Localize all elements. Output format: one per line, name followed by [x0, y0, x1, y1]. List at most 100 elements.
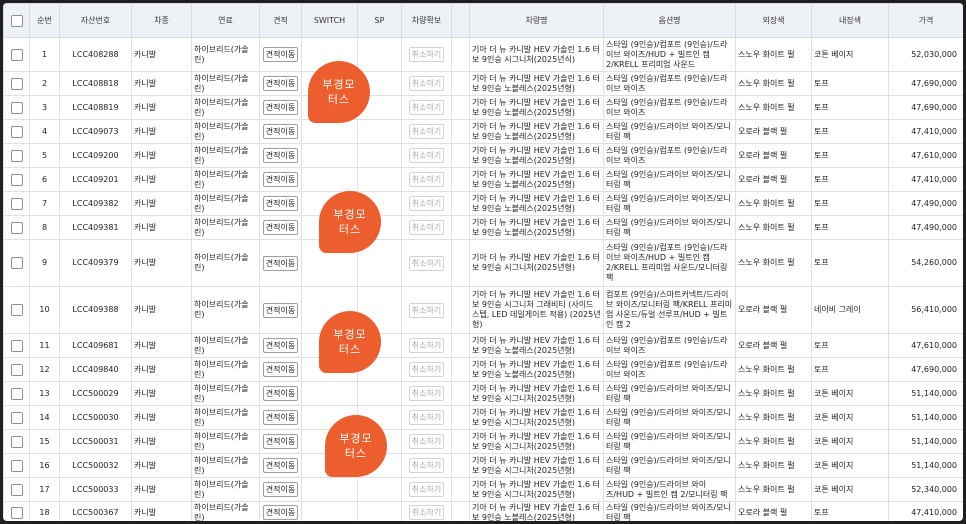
- quote-move-button[interactable]: 견적이동: [262, 76, 299, 91]
- row-checkbox[interactable]: [10, 48, 23, 61]
- row-checkbox[interactable]: [10, 149, 23, 162]
- cancel-button[interactable]: 취소하기: [408, 124, 445, 139]
- table-row[interactable]: 13 LCC500029 카니발 하이브리드(가솔린) 견적이동 취소하기 기아 더 뉴 카…: [3, 381, 963, 406]
- cancel-button[interactable]: 취소하기: [408, 410, 445, 425]
- row-checkbox[interactable]: [10, 459, 23, 472]
- cancel-button[interactable]: 취소하기: [408, 482, 445, 497]
- quote-move-button[interactable]: 견적이동: [262, 100, 299, 115]
- row-int-color: 코튼 베이지: [811, 429, 889, 454]
- row-select-cell[interactable]: [3, 286, 30, 334]
- cancel-button[interactable]: 취소하기: [408, 148, 445, 163]
- table-row[interactable]: 14 LCC500030 카니발 하이브리드(가솔린) 견적이동 취소하기 기아 더 뉴 카…: [3, 405, 963, 430]
- row-select-cell[interactable]: [3, 119, 30, 144]
- row-vehicle-name: 기아 더 뉴 카니발 HEV 가솔린 1.6 터보 9인승 시그니처(2025년…: [469, 381, 604, 406]
- row-select-cell[interactable]: [3, 477, 30, 502]
- row-select-cell[interactable]: [3, 191, 30, 216]
- table-row[interactable]: 12 LCC409840 카니발 하이브리드(가솔린) 견적이동 취소하기 기아 더 뉴 카…: [3, 357, 963, 382]
- row-select-cell[interactable]: [3, 405, 30, 430]
- row-select-cell[interactable]: [3, 71, 30, 96]
- select-all-checkbox[interactable]: [10, 14, 23, 27]
- table-row[interactable]: 5 LCC409200 카니발 하이브리드(가솔린) 견적이동 취소하기 기아 더 뉴 카니…: [3, 143, 963, 168]
- row-checkbox[interactable]: [10, 125, 23, 138]
- cancel-button[interactable]: 취소하기: [408, 386, 445, 401]
- table-row[interactable]: 9 LCC409379 카니발 하이브리드(가솔린) 견적이동 취소하기 기아 더 뉴 카니…: [3, 239, 963, 287]
- cancel-button[interactable]: 취소하기: [408, 47, 445, 62]
- header-select-all[interactable]: [3, 3, 30, 38]
- quote-move-button[interactable]: 견적이동: [262, 434, 299, 449]
- row-select-cell[interactable]: [3, 333, 30, 358]
- quote-move-button[interactable]: 견적이동: [262, 410, 299, 425]
- cancel-button[interactable]: 취소하기: [408, 255, 445, 271]
- row-checkbox[interactable]: [10, 363, 23, 376]
- quote-move-button[interactable]: 견적이동: [262, 386, 299, 401]
- row-select-cell[interactable]: [3, 167, 30, 192]
- row-checkbox[interactable]: [10, 77, 23, 90]
- row-checkbox[interactable]: [10, 197, 23, 210]
- quote-move-button[interactable]: 견적이동: [262, 302, 299, 318]
- row-select-cell[interactable]: [3, 381, 30, 406]
- quote-move-button[interactable]: 견적이동: [262, 505, 299, 520]
- quote-move-button[interactable]: 견적이동: [262, 172, 299, 187]
- cancel-button[interactable]: 취소하기: [408, 505, 445, 520]
- row-spacer: [451, 477, 470, 502]
- row-checkbox[interactable]: [10, 387, 23, 400]
- row-checkbox[interactable]: [10, 304, 23, 316]
- quote-move-button[interactable]: 견적이동: [262, 124, 299, 139]
- row-select-cell[interactable]: [3, 95, 30, 120]
- table-row[interactable]: 2 LCC408818 카니발 하이브리드(가솔린) 견적이동 취소하기 기아 더 뉴 카니…: [3, 71, 963, 96]
- table-row[interactable]: 7 LCC409382 카니발 하이브리드(가솔린) 견적이동 취소하기 기아 더 뉴 카니…: [3, 191, 963, 216]
- row-checkbox[interactable]: [10, 483, 23, 496]
- row-checkbox[interactable]: [10, 411, 23, 424]
- quote-move-button[interactable]: 견적이동: [262, 255, 299, 271]
- table-row[interactable]: 8 LCC409381 카니발 하이브리드(가솔린) 견적이동 취소하기 기아 더 뉴 카니…: [3, 215, 963, 240]
- quote-move-button[interactable]: 견적이동: [262, 196, 299, 211]
- row-select-cell[interactable]: [3, 357, 30, 382]
- cancel-button[interactable]: 취소하기: [408, 302, 445, 318]
- cancel-button[interactable]: 취소하기: [408, 172, 445, 187]
- table-row[interactable]: 17 LCC500033 카니발 하이브리드(가솔린) 견적이동 취소하기 기아 더 뉴 카…: [3, 477, 963, 502]
- table-row[interactable]: 3 LCC408819 카니발 하이브리드(가솔린) 견적이동 취소하기 기아 더 뉴 카니…: [3, 95, 963, 120]
- quote-move-button[interactable]: 견적이동: [262, 482, 299, 497]
- table-row[interactable]: 16 LCC500032 카니발 하이브리드(가솔린) 견적이동 취소하기 기아 더 뉴 카…: [3, 453, 963, 478]
- quote-move-button[interactable]: 견적이동: [262, 47, 299, 62]
- cancel-button[interactable]: 취소하기: [408, 100, 445, 115]
- table-row[interactable]: 11 LCC409681 카니발 하이브리드(가솔린) 견적이동 취소하기 기아 더 뉴 카…: [3, 333, 963, 358]
- row-select-cell[interactable]: [3, 37, 30, 72]
- row-fuel: 하이브리드(가솔린): [191, 71, 260, 96]
- quote-move-button[interactable]: 견적이동: [262, 220, 299, 235]
- cancel-button[interactable]: 취소하기: [408, 76, 445, 91]
- row-checkbox[interactable]: [10, 173, 23, 186]
- cancel-button[interactable]: 취소하기: [408, 196, 445, 211]
- row-int-color: 토프: [811, 357, 889, 382]
- row-checkbox[interactable]: [10, 435, 23, 448]
- quote-move-button[interactable]: 견적이동: [262, 338, 299, 353]
- row-select-cell[interactable]: [3, 239, 30, 287]
- row-select-cell[interactable]: [3, 453, 30, 478]
- table-row[interactable]: 1 LCC408288 카니발 하이브리드(가솔린) 견적이동 취소하기 기아 더 뉴 카니…: [3, 37, 963, 72]
- row-price: 52,340,000: [888, 477, 963, 502]
- cancel-button[interactable]: 취소하기: [408, 458, 445, 473]
- quote-move-button[interactable]: 견적이동: [262, 458, 299, 473]
- row-checkbox[interactable]: [10, 221, 23, 234]
- row-select-cell[interactable]: [3, 501, 30, 521]
- row-select-cell[interactable]: [3, 143, 30, 168]
- quote-move-button[interactable]: 견적이동: [262, 362, 299, 377]
- row-checkbox[interactable]: [10, 101, 23, 114]
- row-checkbox[interactable]: [10, 506, 23, 519]
- cancel-button[interactable]: 취소하기: [408, 338, 445, 353]
- dealer-badge-3: 부경모 터스: [319, 311, 381, 373]
- row-select-cell[interactable]: [3, 215, 30, 240]
- cancel-button[interactable]: 취소하기: [408, 434, 445, 449]
- row-spacer: [451, 286, 470, 334]
- row-checkbox[interactable]: [10, 257, 23, 269]
- row-checkbox[interactable]: [10, 339, 23, 352]
- table-row[interactable]: 10 LCC409388 카니발 하이브리드(가솔린) 견적이동 취소하기 기아 더 뉴 카…: [3, 286, 963, 334]
- table-row[interactable]: 15 LCC500031 카니발 하이브리드(가솔린) 견적이동 취소하기 기아 더 뉴 카…: [3, 429, 963, 454]
- table-row[interactable]: 4 LCC409073 카니발 하이브리드(가솔린) 견적이동 취소하기 기아 더 뉴 카니…: [3, 119, 963, 144]
- table-row[interactable]: 18 LCC500367 카니발 하이브리드(가솔린) 견적이동 취소하기 기아 더 뉴 카…: [3, 501, 963, 521]
- quote-move-button[interactable]: 견적이동: [262, 148, 299, 163]
- table-row[interactable]: 6 LCC409201 카니발 하이브리드(가솔린) 견적이동 취소하기 기아 더 뉴 카니…: [3, 167, 963, 192]
- row-select-cell[interactable]: [3, 429, 30, 454]
- cancel-button[interactable]: 취소하기: [408, 220, 445, 235]
- cancel-button[interactable]: 취소하기: [408, 362, 445, 377]
